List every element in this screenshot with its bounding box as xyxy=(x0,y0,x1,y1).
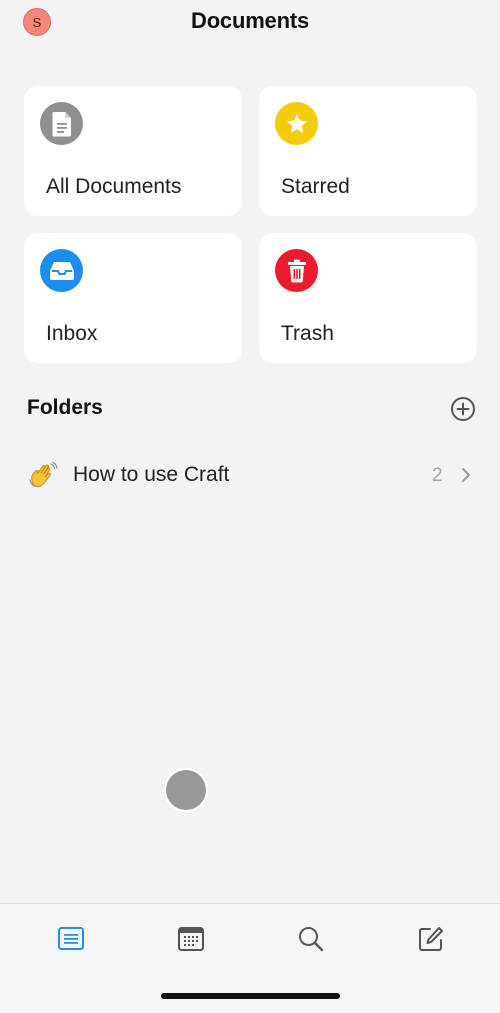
inbox-label: Inbox xyxy=(46,322,98,345)
header: S Documents xyxy=(0,0,500,48)
chevron-right-icon xyxy=(460,466,472,484)
plus-circle-icon[interactable] xyxy=(450,396,476,422)
starred-label: Starred xyxy=(281,175,350,198)
inbox-tray-icon xyxy=(40,249,83,292)
trash-label: Trash xyxy=(281,322,334,345)
documents-tab-icon[interactable] xyxy=(56,924,86,954)
document-icon xyxy=(40,102,83,145)
starred-card[interactable]: Starred xyxy=(259,86,477,216)
page-title: Documents xyxy=(191,8,309,33)
folder-row[interactable]: How to use Craft 2 xyxy=(0,446,500,504)
compose-icon[interactable] xyxy=(416,924,446,954)
touch-indicator xyxy=(166,770,206,810)
home-indicator xyxy=(161,993,340,999)
waving-hand-icon xyxy=(27,460,59,492)
folder-count: 2 xyxy=(432,465,443,486)
star-icon xyxy=(275,102,318,145)
all-documents-label: All Documents xyxy=(46,175,182,198)
folder-name: How to use Craft xyxy=(73,463,230,486)
calendar-icon[interactable] xyxy=(176,924,206,954)
search-icon[interactable] xyxy=(296,924,326,954)
trash-icon xyxy=(275,249,318,292)
inbox-card[interactable]: Inbox xyxy=(24,233,242,363)
all-documents-card[interactable]: All Documents xyxy=(24,86,242,216)
folders-heading: Folders xyxy=(27,396,103,419)
trash-card[interactable]: Trash xyxy=(259,233,477,363)
